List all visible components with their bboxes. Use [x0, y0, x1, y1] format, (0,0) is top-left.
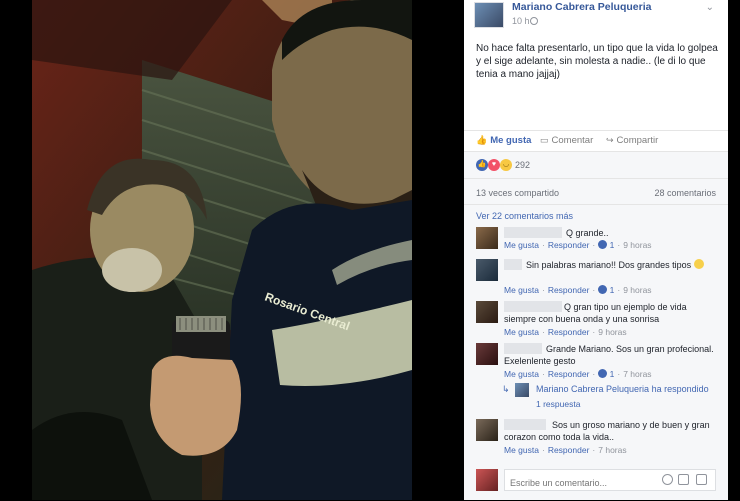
- avatar[interactable]: [476, 343, 498, 365]
- comment-composer: [464, 463, 728, 501]
- comment-text: Q gran tipo un ejemplo de vida siempre c…: [504, 302, 687, 324]
- comment-text: Sin palabras mariano!! Dos grandes tipos: [504, 259, 714, 271]
- emoji-icon[interactable]: [662, 474, 673, 485]
- thumbs-up-icon: 👍: [476, 135, 488, 145]
- page-name[interactable]: Mariano Cabrera Peluqueria: [512, 1, 651, 13]
- like-reaction-icon: 👍: [476, 159, 488, 171]
- comment-like-link[interactable]: Me gusta: [504, 240, 539, 250]
- post-actions: 👍 Me gusta ▭ Comentar ↪ Compartir: [464, 130, 728, 152]
- reply-notice[interactable]: Mariano Cabrera Peluqueria ha respondido: [536, 384, 709, 394]
- comment-meta: Me gusta · Responder · 1 · 7 horas: [504, 369, 652, 379]
- avatar[interactable]: [476, 301, 498, 323]
- comment-like-link[interactable]: Me gusta: [504, 445, 539, 455]
- comment-time[interactable]: 7 horas: [623, 369, 651, 379]
- like-badge-icon: [598, 369, 608, 378]
- smiley-emoji-icon: [693, 259, 704, 269]
- comment: Sos un groso mariano y de buen y gran co…: [476, 419, 722, 459]
- comment-icon: ▭: [540, 135, 549, 145]
- comment: Sin palabras mariano!! Dos grandes tipos…: [476, 259, 722, 299]
- page-avatar[interactable]: [474, 2, 504, 28]
- like-badge-icon: [598, 240, 608, 249]
- comment-like-link[interactable]: Me gusta: [504, 369, 539, 379]
- haha-reaction-icon: ◡: [500, 159, 512, 171]
- post-timestamp[interactable]: 10 h: [512, 16, 530, 26]
- comment-reply-link[interactable]: Responder: [548, 369, 590, 379]
- sticker-icon[interactable]: [696, 474, 707, 485]
- comment-like-count[interactable]: 1: [610, 285, 615, 295]
- avatar[interactable]: [476, 227, 498, 249]
- comment-meta: Me gusta · Responder · 1 · 9 horas: [504, 240, 652, 250]
- comment-time[interactable]: 9 horas: [623, 240, 651, 250]
- chevron-down-icon[interactable]: ⌄: [706, 2, 714, 13]
- share-count[interactable]: 13 veces compartido: [476, 188, 559, 198]
- reaction-count: 292: [515, 160, 531, 170]
- view-more-comments-link[interactable]: Ver 22 comentarios más: [476, 211, 573, 221]
- photo-viewer: Rosario Central Mariano Cabrera Peluquer…: [0, 0, 740, 500]
- globe-icon: [530, 17, 538, 25]
- commenter-name-redacted: [504, 227, 562, 238]
- comment-meta: Me gusta · Responder · 9 horas: [504, 327, 627, 337]
- comments-section: Ver 22 comentarios más Q grande.. Me gus…: [464, 204, 728, 500]
- comment-reply-link[interactable]: Responder: [548, 240, 590, 250]
- like-badge-icon: [598, 285, 608, 294]
- camera-icon[interactable]: [678, 474, 689, 485]
- comment-like-link[interactable]: Me gusta: [504, 285, 539, 295]
- share-icon: ↪: [606, 135, 614, 145]
- comment-text: Q grande..: [566, 228, 609, 238]
- replies-preview[interactable]: ↳ Mariano Cabrera Peluqueria ha respondi…: [502, 383, 722, 413]
- like-button[interactable]: 👍 Me gusta: [476, 135, 531, 146]
- comment-like-count[interactable]: 1: [610, 369, 615, 379]
- comment-meta: Me gusta · Responder · 7 horas: [504, 445, 627, 455]
- post-text: No hace falta presentarlo, un tipo que l…: [476, 43, 718, 80]
- post-photo[interactable]: Rosario Central: [32, 0, 412, 500]
- avatar[interactable]: [476, 259, 498, 281]
- reactions-bar[interactable]: 👍 ♥ ◡ 292: [464, 152, 728, 178]
- comment-text: Sos un groso mariano y de buen y gran co…: [504, 420, 710, 442]
- comment-reply-link[interactable]: Responder: [548, 327, 590, 337]
- comment: Grande Mariano. Sos un gran profecional.…: [476, 343, 722, 383]
- comment: Q gran tipo un ejemplo de vida siempre c…: [476, 301, 722, 341]
- comment-button[interactable]: ▭ Comentar: [540, 135, 593, 146]
- avatar[interactable]: [476, 419, 498, 441]
- post-stats: 13 veces compartido 28 comentarios: [464, 178, 728, 204]
- reply-count-link[interactable]: 1 respuesta: [536, 399, 580, 409]
- comment-like-count[interactable]: 1: [610, 240, 615, 250]
- avatar: [476, 469, 498, 491]
- comment-time[interactable]: 7 horas: [598, 445, 626, 455]
- post-header: Mariano Cabrera Peluqueria 10 h ⌄: [464, 0, 728, 34]
- love-reaction-icon: ♥: [488, 159, 500, 171]
- comment-time[interactable]: 9 horas: [598, 327, 626, 337]
- comment-reply-link[interactable]: Responder: [548, 285, 590, 295]
- comment-meta: Me gusta · Responder · 1 · 9 horas: [504, 285, 652, 295]
- comment-like-link[interactable]: Me gusta: [504, 327, 539, 337]
- reply-arrow-icon: ↳: [502, 384, 510, 394]
- comment-time[interactable]: 9 horas: [623, 285, 651, 295]
- share-button[interactable]: ↪ Compartir: [606, 135, 658, 146]
- comment-text: Grande Mariano. Sos un gran profecional.…: [504, 344, 714, 366]
- comment-count[interactable]: 28 comentarios: [654, 188, 716, 198]
- comment: Q grande.. Me gusta · Responder · 1 · 9 horas: [476, 227, 722, 257]
- comment-reply-link[interactable]: Responder: [548, 445, 590, 455]
- page-avatar: [515, 383, 529, 397]
- selfie-image: Rosario Central: [32, 0, 412, 500]
- post-side-panel: Mariano Cabrera Peluqueria 10 h ⌄ No hac…: [464, 0, 728, 500]
